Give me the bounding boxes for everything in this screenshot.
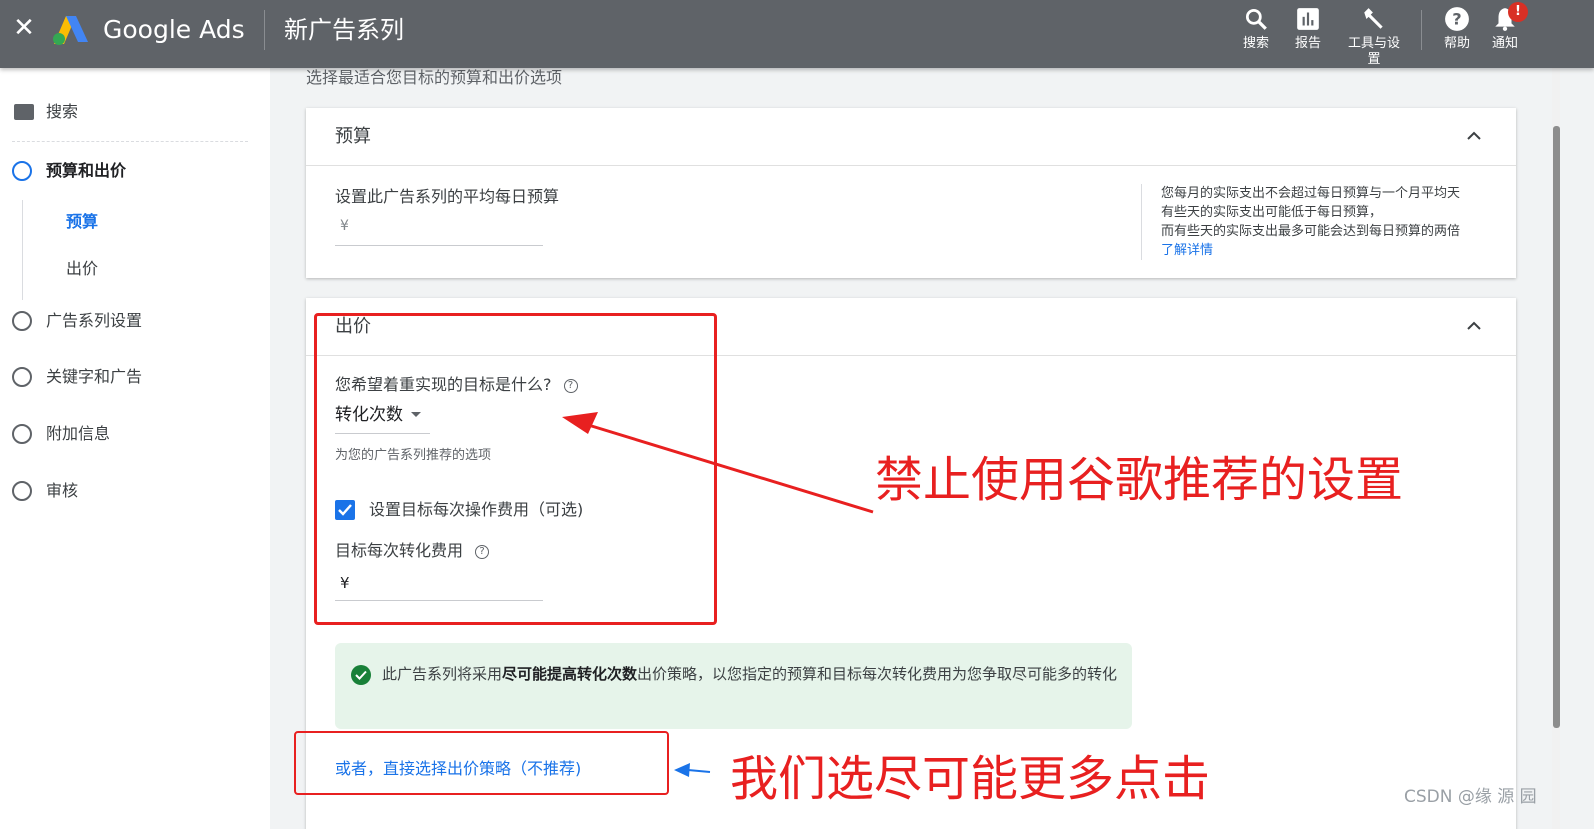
chevron-up-icon[interactable]	[1466, 128, 1482, 144]
annotation-text-no-recommend: 禁止使用谷歌推荐的设置	[875, 452, 1404, 508]
sidebar-search[interactable]: 搜索	[12, 100, 248, 142]
annotation-text-max-clicks: 我们选尽可能更多点击	[730, 751, 1211, 807]
step-circle-icon	[12, 161, 32, 181]
page-scrollbar[interactable]	[1552, 68, 1560, 829]
google-ads-logo	[53, 16, 88, 45]
strategy-name: 尽可能提高转化次数	[502, 665, 638, 683]
sidebar-step-campaign-settings[interactable]: 广告系列设置	[12, 308, 252, 336]
step-circle-icon	[12, 367, 32, 387]
wrench-icon	[1364, 8, 1383, 29]
help-icon: ?	[1445, 7, 1469, 31]
sidebar-step-keywords-ads[interactable]: 关键字和广告	[12, 364, 252, 392]
sidebar-substep-bidding[interactable]: 出价	[66, 257, 98, 281]
step-label: 预算和出价	[46, 161, 127, 180]
sidebar-step-extensions[interactable]: 附加信息	[12, 421, 252, 449]
budget-currency: ¥	[340, 218, 349, 234]
svg-text:?: ?	[1452, 9, 1461, 28]
sidebar-substep-budget[interactable]: 预算	[66, 210, 98, 234]
reports-tool-label: 报告	[1294, 36, 1321, 51]
annotation-box-bidding	[314, 313, 717, 625]
annotation-box-link	[294, 731, 669, 795]
chevron-up-icon[interactable]	[1466, 318, 1482, 334]
tools-settings-label: 工具与设置	[1347, 36, 1400, 67]
strategy-info-text: 此广告系列将采用尽可能提高转化次数出价策略，以您指定的预算和目标每次转化费用为您…	[382, 663, 1122, 686]
brand-name: Google Ads	[103, 15, 245, 44]
learn-more-link[interactable]: 了解详情	[1161, 243, 1213, 258]
budget-card: 预算 设置此广告系列的平均每日预算 ¥ 您每月的实际支出不会超过每日预算与一个月…	[306, 108, 1516, 278]
check-circle-icon	[351, 665, 371, 685]
substep-line	[22, 200, 23, 300]
close-icon[interactable]: ✕	[10, 14, 38, 42]
reports-tool-button[interactable]: 报告	[1277, 4, 1339, 52]
divider	[1421, 10, 1422, 50]
watermark: CSDN @缘 源 园	[1404, 787, 1537, 807]
search-icon	[1245, 8, 1267, 30]
step-circle-icon	[12, 481, 32, 501]
intro-text: 选择最适合您目标的预算和出价选项	[306, 68, 563, 87]
budget-question: 设置此广告系列的平均每日预算	[335, 187, 560, 206]
step-label: 附加信息	[46, 424, 111, 443]
divider	[1141, 184, 1142, 260]
notification-badge: !	[1508, 2, 1528, 22]
budget-heading: 预算	[335, 126, 371, 147]
page-title: 新广告系列	[284, 16, 404, 44]
search-icon	[14, 104, 34, 120]
sidebar-step-review[interactable]: 审核	[12, 478, 252, 506]
tools-settings-button[interactable]: 工具与设置	[1343, 4, 1405, 68]
step-label: 关键字和广告	[46, 367, 143, 386]
budget-card-header[interactable]: 预算	[306, 108, 1516, 166]
strategy-info-prefix: 此广告系列将采用	[382, 665, 503, 683]
top-app-bar: ✕ Google Ads 新广告系列 搜索 报告 工具与设置 ? 帮助 通知 !	[0, 0, 1594, 68]
step-label: 广告系列设置	[46, 311, 143, 330]
step-sidebar: 搜索 预算和出价 预算 出价 广告系列设置 关键字和广告 附加信息 审核	[0, 68, 270, 829]
divider	[264, 10, 265, 50]
budget-note-line: 您每月的实际支出不会超过每日预算与一个月平均天	[1161, 186, 1461, 201]
sidebar-search-label: 搜索	[46, 102, 79, 121]
step-circle-icon	[12, 424, 32, 444]
step-label: 审核	[46, 481, 79, 500]
scrollbar-thumb[interactable]	[1553, 126, 1560, 728]
budget-note-line: 而有些天的实际支出最多可能会达到每日预算的两倍	[1161, 224, 1461, 239]
sidebar-step-budget-bidding[interactable]: 预算和出价	[12, 158, 252, 186]
budget-note-line: 有些天的实际支出可能低于每日预算，	[1161, 205, 1383, 220]
strategy-info-suffix: 出价策略，以您指定的预算和目标每次转化费用为您争取尽可能多的转化	[637, 665, 1118, 683]
budget-note: 您每月的实际支出不会超过每日预算与一个月平均天 有些天的实际支出可能低于每日预算…	[1161, 184, 1491, 260]
strategy-info-box: 此广告系列将采用尽可能提高转化次数出价策略，以您指定的预算和目标每次转化费用为您…	[335, 643, 1132, 729]
budget-input[interactable]	[335, 245, 543, 246]
reports-icon	[1297, 8, 1319, 30]
notifications-label: 通知	[1491, 36, 1518, 51]
step-circle-icon	[12, 311, 32, 331]
